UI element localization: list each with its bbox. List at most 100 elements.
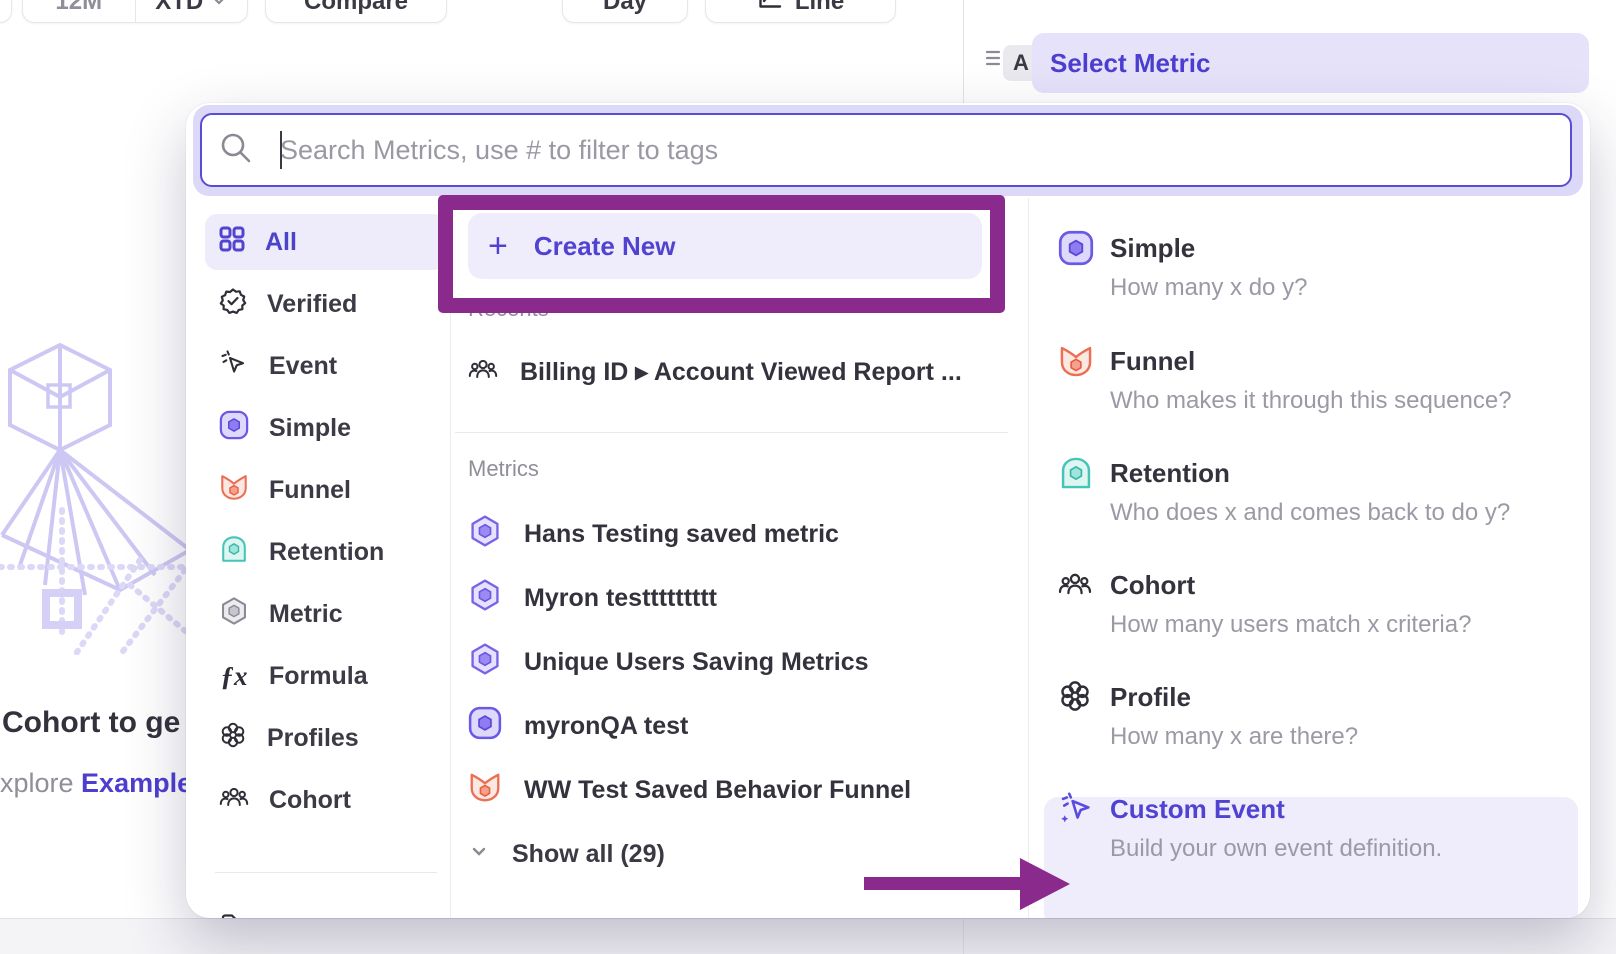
metric-item-label: myronQA test — [524, 712, 688, 741]
sidebar-item-label: Funnel — [269, 476, 351, 505]
date-range-12m-button[interactable]: 12M — [23, 0, 135, 22]
metric-list-item[interactable]: myronQA test — [468, 704, 688, 748]
metric-list-item[interactable]: Unique Users Saving Metrics — [468, 640, 869, 684]
sidebar-item-label: Metric — [269, 600, 343, 629]
type-title: Retention — [1110, 453, 1230, 493]
sidebar-item-all[interactable]: All — [205, 214, 445, 270]
sidebar-item-label: Event — [269, 352, 337, 381]
date-range-xtd-button[interactable]: XTD — [135, 0, 248, 22]
annotation-highlight-box — [438, 195, 1005, 313]
saved-metric-icon — [468, 578, 502, 619]
date-range-button-stub[interactable] — [0, 0, 12, 23]
type-desc: How many x are there? — [1110, 717, 1358, 757]
sidebar-item-funnel[interactable]: Funnel — [205, 462, 445, 518]
chevron-down-icon — [468, 840, 490, 869]
date-range-12m-label: 12M — [55, 0, 102, 16]
line-chart-icon — [757, 0, 783, 18]
example-link[interactable]: Example — [81, 768, 186, 798]
type-desc: How many x do y? — [1110, 268, 1307, 308]
types-column-divider — [1028, 198, 1029, 918]
type-desc: Who does x and comes back to do y? — [1110, 493, 1510, 533]
sidebar-item-label: Formula — [269, 662, 368, 691]
formula-fx-icon: ƒx — [219, 661, 249, 692]
metric-list-item[interactable]: WW Test Saved Behavior Funnel — [468, 768, 911, 812]
annotation-arrow-head — [1020, 858, 1070, 910]
chart-type-line-label: Line — [795, 0, 844, 16]
chevron-down-icon — [211, 0, 227, 16]
canvas-subtext-prefix: xplore — [0, 768, 81, 798]
middle-divider — [455, 432, 1008, 433]
sidebar-item-simple[interactable]: Simple — [205, 400, 445, 456]
type-desc: Who makes it through this sequence? — [1110, 381, 1512, 421]
simple-metric-icon — [219, 410, 249, 447]
select-metric-chip[interactable]: Select Metric — [1032, 33, 1589, 93]
type-title: Funnel — [1110, 341, 1195, 381]
sidebar-item-label: All — [265, 228, 297, 257]
sidebar-divider — [215, 872, 437, 873]
cohort-people-icon — [468, 354, 498, 391]
profiles-flower-icon — [1058, 679, 1092, 718]
drag-handle-icon[interactable] — [985, 49, 1001, 72]
chart-type-line-button[interactable]: Line — [705, 0, 896, 23]
canvas-heading: Cohort to ge — [2, 706, 188, 740]
sidebar-item-verified[interactable]: Verified — [205, 276, 445, 332]
metric-list-item[interactable]: Hans Testing saved metric — [468, 512, 839, 556]
compare-label: Compare — [304, 0, 408, 16]
sidebar-item-formula[interactable]: ƒx Formula — [205, 648, 445, 704]
type-desc: Build your own event definition. — [1110, 829, 1442, 869]
compare-button[interactable]: Compare — [265, 0, 447, 23]
simple-metric-icon — [1058, 230, 1094, 271]
sidebar-item-label: Retention — [269, 538, 384, 567]
recent-item[interactable]: Billing ID ▸ Account Viewed Report ... — [468, 350, 962, 394]
funnel-metric-icon — [219, 472, 249, 509]
funnel-metric-icon — [1058, 343, 1094, 384]
metric-item-label: Hans Testing saved metric — [524, 520, 839, 549]
type-title: Profile — [1110, 677, 1191, 717]
saved-metric-icon — [468, 642, 502, 683]
show-all-label: Show all (29) — [512, 840, 665, 869]
interval-day-button[interactable]: Day — [562, 0, 688, 23]
retention-metric-icon — [1058, 455, 1094, 496]
show-all-toggle[interactable]: Show all (29) — [468, 832, 665, 876]
sidebar-item-label: Cohort — [269, 786, 351, 815]
sidebar-item-profiles[interactable]: Profiles — [205, 710, 445, 766]
search-input[interactable] — [200, 113, 1572, 187]
wireframe-illustration — [0, 335, 190, 655]
metric-list-item[interactable]: Myron testtttttttt — [468, 576, 717, 620]
sidebar-item-label: Profiles — [267, 724, 359, 753]
profiles-flower-icon — [219, 721, 247, 756]
sidebar-item-label: Simple — [269, 414, 351, 443]
sidebar-item-metric[interactable]: Metric — [205, 586, 445, 642]
sidebar-item-label: Verified — [267, 290, 357, 319]
type-title: Custom Event — [1110, 789, 1285, 829]
type-desc: How many users match x criteria? — [1110, 605, 1471, 645]
sidebar-item-event[interactable]: Event — [205, 338, 445, 394]
simple-metric-icon — [468, 706, 502, 747]
all-grid-icon — [219, 226, 245, 259]
date-range-xtd-label: XTD — [155, 0, 203, 16]
type-title: Cohort — [1110, 565, 1195, 605]
cohort-people-icon — [1058, 567, 1092, 606]
sidebar-item-retention[interactable]: Retention — [205, 524, 445, 580]
event-cursor-icon — [219, 348, 249, 385]
custom-event-cursor-icon — [1058, 791, 1094, 832]
interval-day-label: Day — [603, 0, 647, 16]
hexagon-metric-icon — [219, 596, 249, 633]
recent-item-label: Billing ID ▸ Account Viewed Report ... — [520, 357, 962, 387]
retention-metric-icon — [219, 534, 249, 571]
metric-item-label: WW Test Saved Behavior Funnel — [524, 776, 911, 805]
select-metric-label: Select Metric — [1050, 48, 1210, 79]
screen: 12M XTD Compare Day Line A Select Metric — [0, 0, 1616, 954]
canvas-subtext: xplore Example R — [0, 768, 186, 799]
search-icon — [218, 130, 254, 171]
sidebar-item-partial[interactable] — [205, 901, 445, 918]
page-footer-strip — [0, 918, 1616, 954]
date-range-group: 12M XTD — [22, 0, 248, 23]
annotation-arrow — [864, 877, 1022, 890]
type-title: Simple — [1110, 228, 1195, 268]
text-caret — [280, 131, 282, 169]
sidebar-item-cohort[interactable]: Cohort — [205, 772, 445, 828]
tag-icon — [219, 912, 247, 919]
metrics-section-label: Metrics — [468, 456, 539, 482]
saved-metric-icon — [468, 514, 502, 555]
